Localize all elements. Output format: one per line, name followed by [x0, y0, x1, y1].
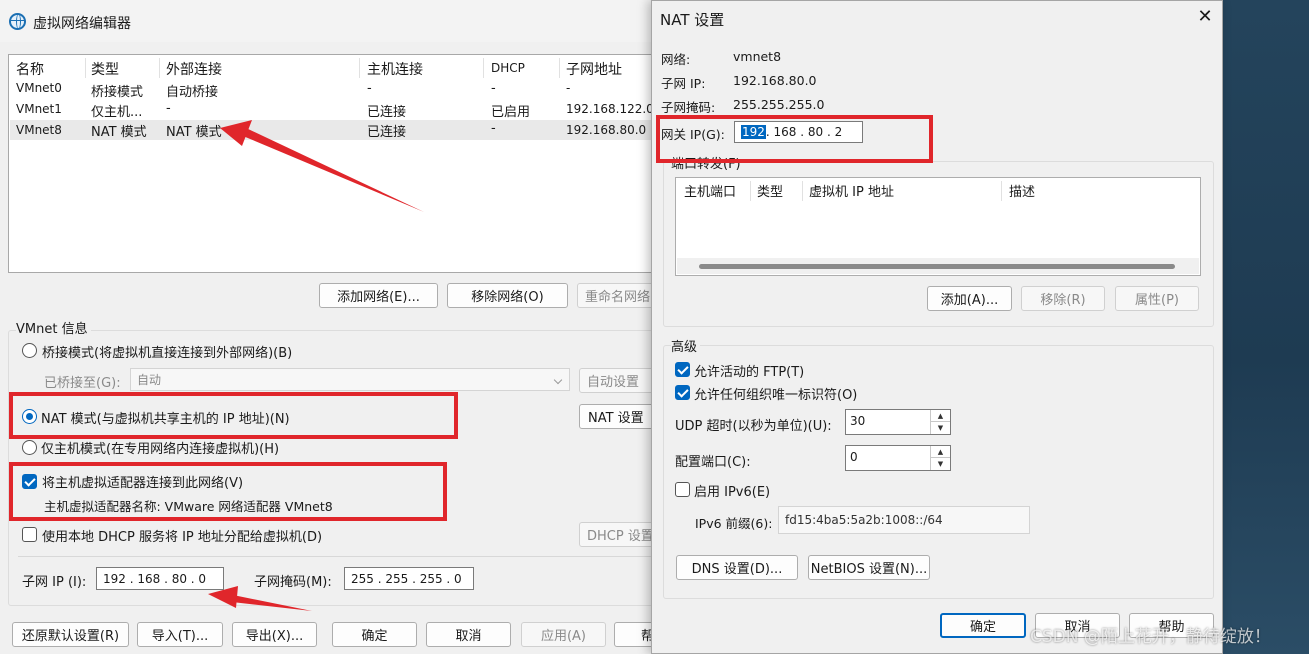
arrow-to-vmnet8-row: [220, 120, 424, 212]
arrow-to-subnet-ip: [208, 586, 312, 611]
watermark-text: CSDN @陌上花开，静待绽放！: [1030, 627, 1271, 647]
annotation-arrows: [208, 120, 424, 611]
